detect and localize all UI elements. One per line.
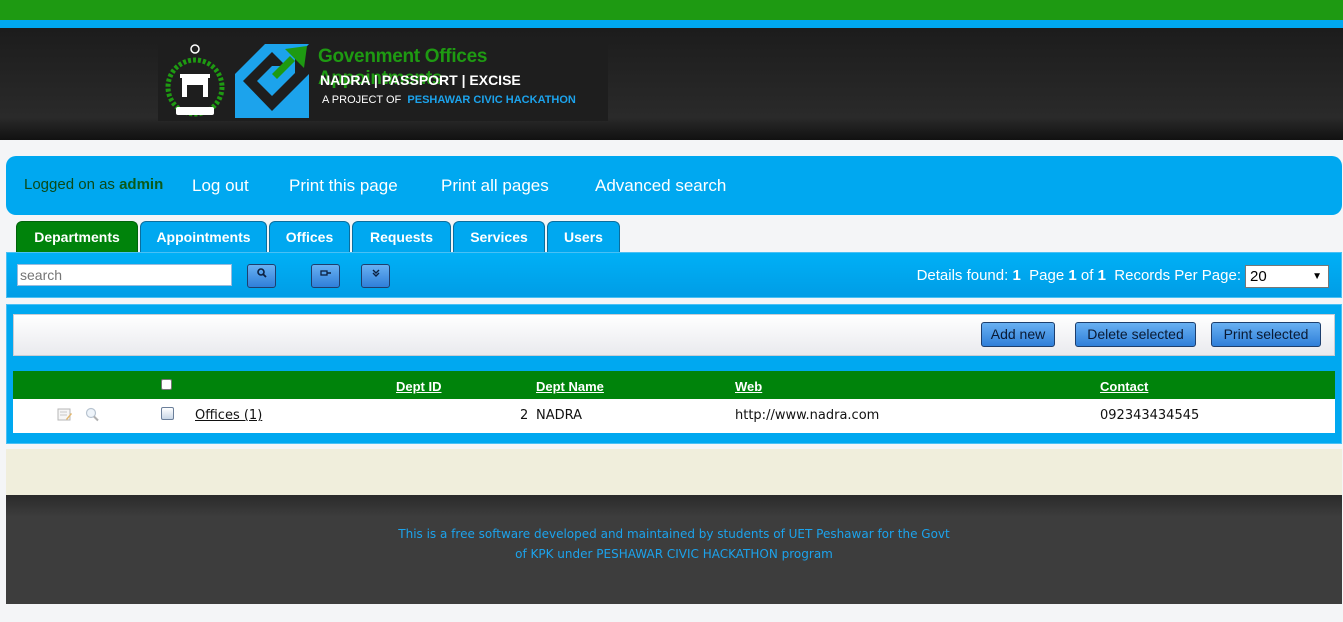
delete-selected-button[interactable]: Delete selected (1075, 322, 1196, 347)
kpk-emblem-icon (165, 44, 225, 117)
brand-project: A PROJECT OF PESHAWAR CIVIC HACKATHON (322, 94, 576, 106)
expand-toolbar-button[interactable] (361, 264, 390, 288)
search-button[interactable] (247, 264, 276, 288)
search-input[interactable] (17, 264, 232, 286)
print-all-pages-link[interactable]: Print all pages (441, 176, 549, 196)
username: admin (119, 176, 164, 193)
row-checkbox[interactable] (161, 407, 174, 420)
cell-dept-name: NADRA (536, 408, 583, 423)
brand-project-prefix: A PROJECT OF (322, 94, 402, 106)
advanced-search-link[interactable]: Advanced search (595, 176, 726, 196)
tab-requests[interactable]: Requests (352, 221, 451, 252)
print-selected-button[interactable]: Print selected (1211, 322, 1321, 347)
tab-appointments[interactable]: Appointments (140, 221, 267, 252)
records-value: 20 (1250, 268, 1267, 285)
tab-departments[interactable]: Departments (16, 221, 138, 252)
page-total: 1 (1097, 267, 1106, 284)
column-dept-name[interactable]: Dept Name (536, 379, 604, 394)
column-contact[interactable]: Contact (1100, 379, 1148, 394)
logged-prefix: Logged on as (24, 176, 115, 193)
records-panel: Add new Delete selected Print selected D… (6, 304, 1342, 444)
tab-services[interactable]: Services (453, 221, 545, 252)
page-label: Page (1029, 267, 1065, 284)
add-new-button[interactable]: Add new (981, 322, 1055, 347)
action-bar: Add new Delete selected Print selected (13, 314, 1335, 356)
column-web[interactable]: Web (735, 379, 762, 394)
table-header: Dept ID Dept Name Web Contact (13, 371, 1335, 399)
tab-users[interactable]: Users (547, 221, 620, 252)
top-green-stripe (0, 0, 1343, 20)
page-current: 1 (1068, 267, 1077, 284)
site-logo[interactable]: Govenment Offices Appointments NADRA | P… (158, 41, 608, 121)
departments-table: Dept ID Dept Name Web Contact Offices (1… (13, 371, 1335, 433)
reset-search-button[interactable] (311, 264, 340, 288)
footer-line-1: This is a free software developed and ma… (398, 527, 950, 541)
pagination-info: Details found: 1 Page 1 of 1 Records Per… (917, 267, 1241, 284)
details-count: 1 (1012, 267, 1021, 284)
cell-web: http://www.nadra.com (735, 408, 880, 423)
records-per-page-select[interactable]: 20 ▼ (1245, 265, 1329, 288)
records-label: Records Per Page: (1114, 267, 1241, 284)
details-label: Details found: (916, 267, 1009, 284)
site-header: Govenment Offices Appointments NADRA | P… (0, 28, 1343, 140)
list-toolbar: Details found: 1 Page 1 of 1 Records Per… (6, 252, 1342, 298)
edit-record-icon[interactable] (57, 407, 73, 422)
column-dept-id[interactable]: Dept ID (396, 379, 442, 394)
logged-in-status: Logged on as admin (24, 176, 163, 193)
page-of: of (1080, 267, 1094, 284)
view-record-icon[interactable] (84, 407, 100, 422)
footer-line-2: of KPK under PESHAWAR CIVIC HACKATHON pr… (515, 547, 833, 561)
double-chevron-down-icon (372, 269, 379, 277)
dropdown-arrow-icon: ▼ (1312, 271, 1322, 282)
reset-icon (319, 270, 331, 276)
offices-link[interactable]: Offices (1) (195, 408, 262, 423)
select-all-checkbox[interactable] (161, 379, 172, 390)
cell-dept-id: 2 (520, 408, 529, 423)
tab-offices[interactable]: Offices (269, 221, 350, 252)
site-footer: This is a free software developed and ma… (6, 495, 1342, 604)
top-navbar: Logged on as admin Log out Print this pa… (6, 156, 1342, 215)
print-page-link[interactable]: Print this page (289, 176, 398, 196)
cell-contact: 092343434545 (1100, 408, 1200, 423)
spacer-band (6, 449, 1342, 495)
top-blue-stripe (0, 20, 1343, 28)
search-icon (256, 268, 267, 278)
arrow-logo-icon (235, 44, 309, 118)
brand-project-name: PESHAWAR CIVIC HACKATHON (407, 94, 576, 106)
brand-subtitle: NADRA | PASSPORT | EXCISE (320, 72, 521, 88)
logout-link[interactable]: Log out (192, 176, 249, 196)
